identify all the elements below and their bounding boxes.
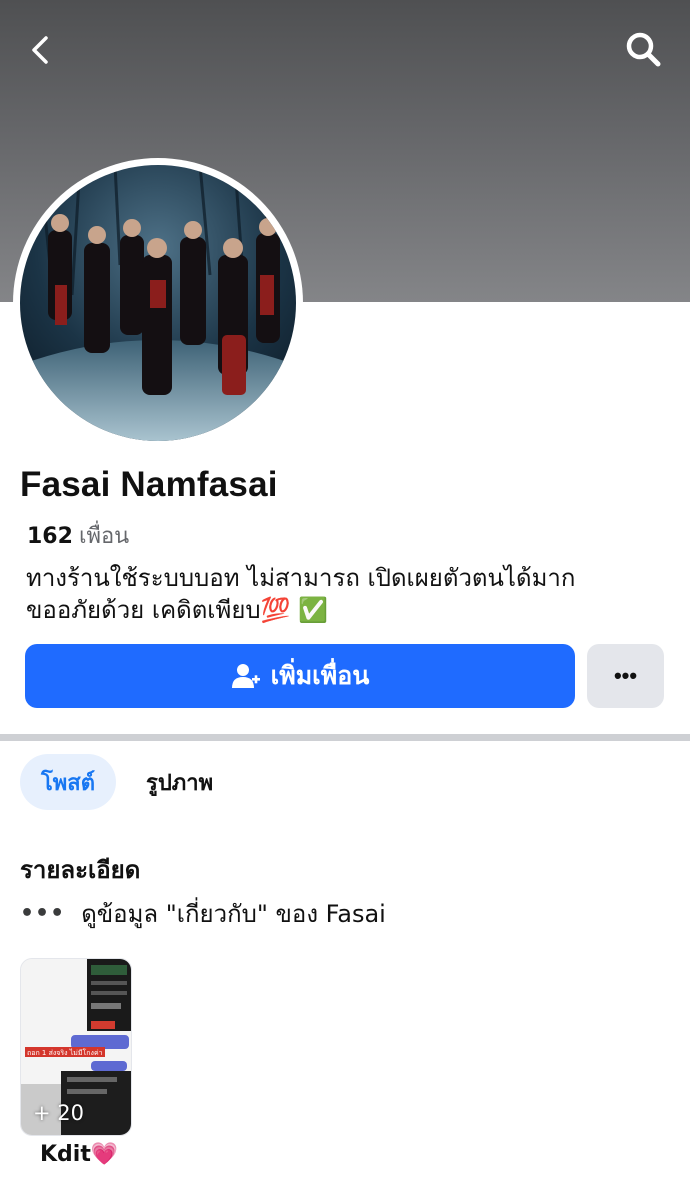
- bio-line: ขออภัยด้วย เคดิตเพียบ💯 ✅: [26, 596, 329, 624]
- more-dots-icon: •••: [20, 901, 66, 926]
- friends-number: 162: [27, 524, 73, 549]
- avatar-image: [20, 165, 296, 441]
- search-button[interactable]: [622, 28, 666, 72]
- add-person-icon: [231, 664, 260, 688]
- profile-name: Fasai Namfasai: [20, 465, 278, 504]
- about-text: ดูข้อมูล "เกี่ยวกับ" ของ Fasai: [81, 900, 386, 928]
- profile-avatar[interactable]: [20, 165, 296, 441]
- album-overlay-text: ถอก 1 ส่งจริง ไม่มีโกงค่า: [27, 1048, 103, 1057]
- chevron-left-icon: [32, 36, 48, 64]
- about-link[interactable]: ••• ดูข้อมูล "เกี่ยวกับ" ของ Fasai: [20, 894, 386, 933]
- add-friend-label: เพิ่มเพื่อน: [270, 661, 370, 690]
- album-photo-count: + 20: [33, 1101, 84, 1125]
- album-thumbnail[interactable]: ถอก 1 ส่งจริง ไม่มีโกงค่า + 20: [20, 958, 132, 1136]
- add-friend-button[interactable]: เพิ่มเพื่อน: [25, 644, 575, 708]
- details-heading: รายละเอียด: [20, 856, 141, 884]
- profile-bio: ทางร้านใช้ระบบบอท ไม่สามารถ เปิดเผยตัวตน…: [26, 562, 666, 626]
- bio-line: ทางร้านใช้ระบบบอท ไม่สามารถ เปิดเผยตัวตน…: [26, 564, 576, 592]
- tab-posts[interactable]: โพสต์: [20, 754, 116, 810]
- friends-label: เพื่อน: [78, 524, 130, 549]
- more-options-button[interactable]: •••: [587, 644, 664, 708]
- friends-count[interactable]: 162 เพื่อน: [27, 518, 129, 553]
- more-dots-icon: •••: [613, 663, 638, 688]
- album-label[interactable]: Kdit💗: [40, 1142, 118, 1167]
- search-icon: [626, 32, 661, 67]
- back-button[interactable]: [22, 28, 62, 72]
- section-divider: [0, 734, 690, 741]
- tab-photos[interactable]: รูปภาพ: [140, 754, 219, 810]
